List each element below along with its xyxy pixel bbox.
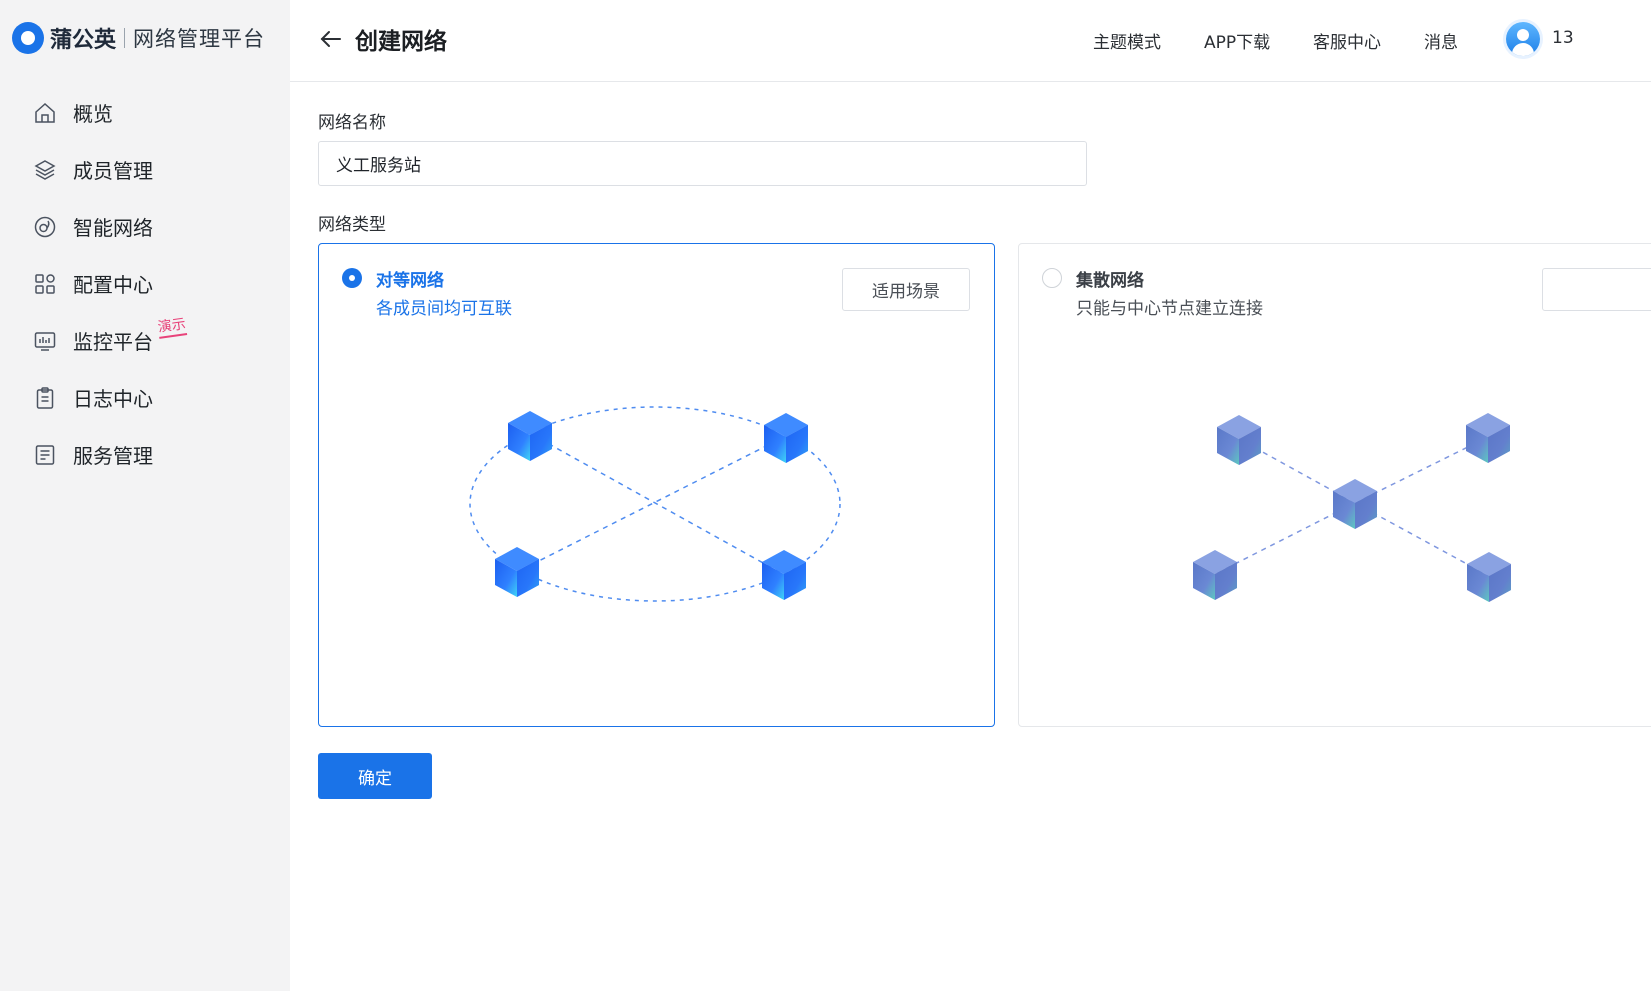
sidebar-item-label: 配置中心 <box>73 273 153 297</box>
app-download-link[interactable]: APP下载 <box>1204 28 1270 53</box>
sidebar: 蒲公英 网络管理平台 概览 成员管理 智能网络 配置中心 监控平台 演示 日志中… <box>0 0 290 991</box>
home-icon <box>35 102 55 123</box>
brand-subtitle: 网络管理平台 <box>133 27 266 51</box>
p2p-radio[interactable] <box>342 268 362 288</box>
brand-logo[interactable]: 蒲公英 网络管理平台 <box>12 20 265 56</box>
network-type-card-hub[interactable]: 集散网络 只能与中心节点建立连接 <box>1018 243 1651 727</box>
confirm-button[interactable]: 确定 <box>318 753 432 799</box>
network-name-label: 网络名称 <box>318 113 386 133</box>
grid-icon <box>35 273 55 294</box>
sidebar-item-members[interactable]: 成员管理 <box>0 141 290 198</box>
messages-link[interactable]: 消息 <box>1424 28 1458 53</box>
sidebar-item-service-management[interactable]: 服务管理 <box>0 426 290 483</box>
sidebar-item-smart-network[interactable]: 智能网络 <box>0 198 290 255</box>
sidebar-nav: 概览 成员管理 智能网络 配置中心 监控平台 演示 日志中心 服务管理 <box>0 84 290 483</box>
p2p-use-cases-button[interactable]: 适用场景 <box>842 268 970 311</box>
user-name[interactable]: 13 <box>1552 28 1574 48</box>
sidebar-item-label: 服务管理 <box>73 444 153 468</box>
hub-description: 只能与中心节点建立连接 <box>1076 299 1263 319</box>
sidebar-item-label: 智能网络 <box>73 216 153 240</box>
sidebar-item-config-center[interactable]: 配置中心 <box>0 255 290 312</box>
document-icon <box>35 444 55 465</box>
network-type-card-p2p[interactable]: 对等网络 各成员间均可互联 适用场景 <box>318 243 995 727</box>
top-bar: 创建网络 主题模式 APP下载 客服中心 消息 13 <box>290 0 1651 82</box>
avatar[interactable] <box>1506 22 1540 56</box>
sidebar-item-label: 概览 <box>73 102 113 126</box>
clipboard-icon <box>36 386 54 409</box>
sidebar-item-label: 成员管理 <box>73 159 153 183</box>
brand-divider <box>124 28 126 48</box>
network-type-label: 网络类型 <box>318 215 386 235</box>
customer-service-link[interactable]: 客服中心 <box>1313 28 1381 53</box>
monitor-icon <box>34 331 56 351</box>
brand-name: 蒲公英 <box>50 28 117 53</box>
back-arrow-icon[interactable] <box>318 26 344 52</box>
sidebar-item-log-center[interactable]: 日志中心 <box>0 369 290 426</box>
sidebar-item-label: 日志中心 <box>73 387 153 411</box>
theme-mode-link[interactable]: 主题模式 <box>1093 28 1161 53</box>
hub-use-cases-button[interactable] <box>1542 268 1651 311</box>
network-name-input[interactable] <box>318 141 1087 186</box>
dandelion-logo-icon <box>12 22 44 54</box>
network-icon <box>34 216 56 237</box>
p2p-title: 对等网络 <box>376 271 444 291</box>
sidebar-item-overview[interactable]: 概览 <box>0 84 290 141</box>
p2p-description: 各成员间均可互联 <box>376 299 512 319</box>
page-title: 创建网络 <box>355 29 447 55</box>
demo-badge: 演示 <box>156 316 188 339</box>
layers-icon <box>34 159 56 180</box>
sidebar-item-label: 监控平台 <box>73 330 153 354</box>
hub-radio[interactable] <box>1042 268 1062 288</box>
hub-title: 集散网络 <box>1076 271 1144 291</box>
sidebar-item-monitor[interactable]: 监控平台 演示 <box>0 312 290 369</box>
